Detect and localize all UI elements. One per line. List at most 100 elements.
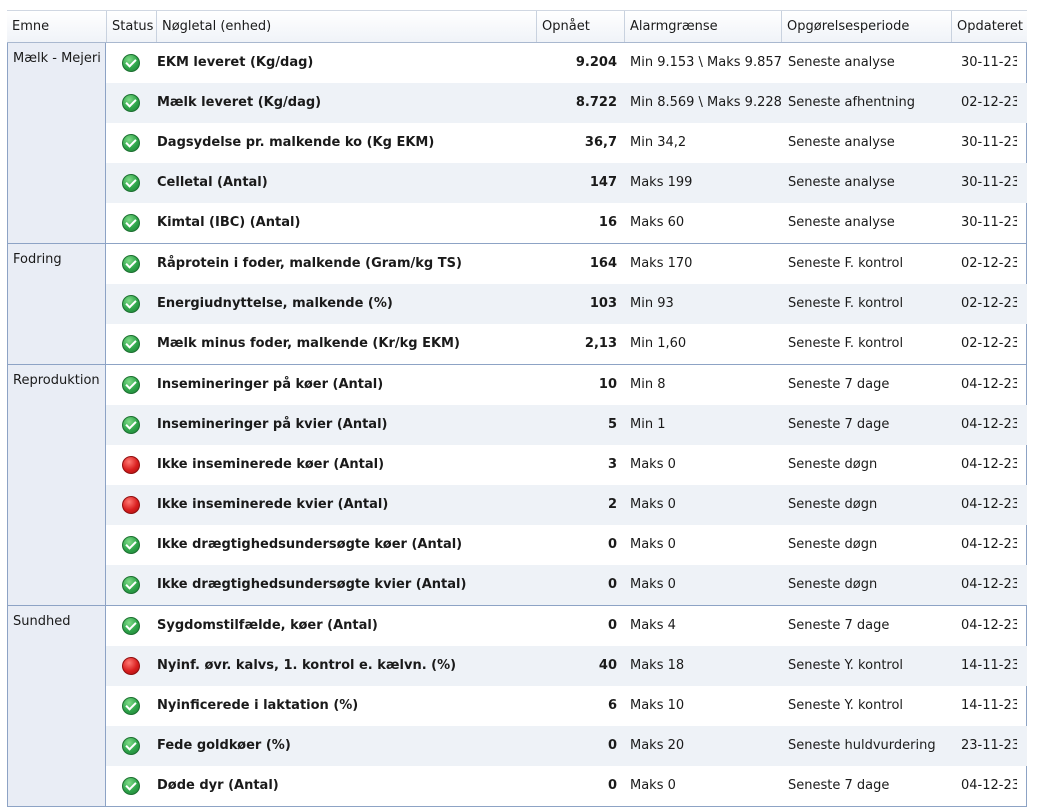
status-cell — [106, 525, 156, 565]
header-status[interactable]: Status — [107, 11, 157, 42]
kpi-name: Mælk minus foder, malkende (Kr/kg EKM) — [157, 336, 460, 351]
status-cell — [106, 324, 156, 364]
kpi-period: Seneste døgn — [788, 577, 878, 592]
kpi-updated: 30-11-23 — [961, 215, 1017, 230]
kpi-value: 36,7 — [584, 135, 617, 150]
kpi-period: Seneste afhentning — [788, 95, 915, 110]
table-row[interactable]: Kimtal (IBC) (Antal) 16 Maks 60 Seneste ana… — [106, 203, 1027, 243]
status-ok-icon — [122, 617, 140, 635]
header-periode[interactable]: Opgørelsesperiode — [782, 11, 952, 42]
table-row[interactable]: Dagsydelse pr. malkende ko (Kg EKM) 36,7 M… — [106, 123, 1027, 163]
header-opdateret[interactable]: Opdateret — [952, 11, 1027, 42]
kpi-value: 0 — [607, 778, 617, 793]
status-cell — [106, 405, 156, 445]
status-cell — [106, 203, 156, 243]
status-ok-icon — [122, 335, 140, 353]
header-emne[interactable]: Emne — [7, 11, 107, 42]
group-name: Reproduktion — [7, 365, 106, 605]
table-row[interactable]: Fede goldkøer (%) 0 Maks 20 Seneste huldvur… — [106, 726, 1027, 766]
kpi-name: Nyinf. øvr. kalvs, 1. kontrol e. kælvn. … — [157, 658, 457, 673]
table-row[interactable]: Nyinf. øvr. kalvs, 1. kontrol e. kælvn. … — [106, 646, 1027, 686]
kpi-value: 2,13 — [584, 336, 617, 351]
kpi-period: Seneste 7 dage — [788, 417, 890, 432]
table-row[interactable]: Ikke inseminerede kvier (Antal) 2 Maks 0 Se… — [106, 485, 1027, 525]
status-cell — [106, 43, 156, 83]
kpi-alarm-limit: Maks 0 — [630, 537, 676, 552]
kpi-value: 103 — [589, 296, 617, 311]
table-row[interactable]: Celletal (Antal) 147 Maks 199 Seneste analy… — [106, 163, 1027, 203]
kpi-period: Seneste 7 dage — [788, 778, 890, 793]
status-ok-icon — [122, 255, 140, 273]
status-cell — [106, 284, 156, 324]
kpi-period: Seneste 7 dage — [788, 618, 890, 633]
header-noegletal[interactable]: Nøgletal (enhed) — [157, 11, 537, 42]
table-row[interactable]: Ikke drægtighedsundersøgte kvier (Antal)… — [106, 565, 1027, 605]
table-row[interactable]: Sygdomstilfælde, køer (Antal) 0 Maks 4 Sene… — [106, 606, 1027, 646]
kpi-period: Seneste F. kontrol — [788, 336, 904, 351]
kpi-name: Insemineringer på kvier (Antal) — [157, 417, 388, 432]
kpi-period: Seneste F. kontrol — [788, 256, 904, 271]
table-row[interactable]: Mælk minus foder, malkende (Kr/kg EKM) 2,… — [106, 324, 1027, 364]
status-cell — [106, 163, 156, 203]
kpi-period: Seneste døgn — [788, 497, 878, 512]
status-alarm-icon — [122, 496, 140, 514]
kpi-period: Seneste døgn — [788, 537, 878, 552]
table-row[interactable]: Nyinficerede i laktation (%) 6 Maks 10 Sene… — [106, 686, 1027, 726]
kpi-period: Seneste huldvurdering — [788, 738, 936, 753]
kpi-value: 0 — [607, 537, 617, 552]
kpi-updated: 04-12-23 — [961, 497, 1017, 512]
kpi-value: 10 — [598, 377, 617, 392]
status-cell — [106, 606, 156, 646]
status-cell — [106, 565, 156, 605]
status-cell — [106, 686, 156, 726]
kpi-value: 0 — [607, 577, 617, 592]
kpi-alarm-limit: Maks 20 — [630, 738, 685, 753]
table-row[interactable]: EKM leveret (Kg/dag) 9.204 Min 9.153 \ Mak… — [106, 43, 1027, 83]
kpi-updated: 30-11-23 — [961, 175, 1017, 190]
table-row[interactable]: Råprotein i foder, malkende (Gram/kg TS)… — [106, 244, 1027, 284]
kpi-grid: Emne Status Nøgletal (enhed) Opnået Alar… — [7, 10, 1027, 807]
kpi-alarm-limit: Min 9.153 \ Maks 9.857 — [630, 55, 782, 70]
table-row[interactable]: Døde dyr (Antal) 0 Maks 0 Seneste 7 dage 04-… — [106, 766, 1027, 806]
kpi-updated: 02-12-23 — [961, 256, 1017, 271]
kpi-value: 8.722 — [575, 95, 617, 110]
status-ok-icon — [122, 174, 140, 192]
kpi-value: 16 — [598, 215, 617, 230]
group-section: Reproduktion Insemineringer på køer (Anta… — [7, 365, 1027, 606]
grid-header: Emne Status Nøgletal (enhed) Opnået Alar… — [7, 10, 1027, 43]
kpi-alarm-limit: Maks 0 — [630, 778, 676, 793]
kpi-name: Ikke inseminerede køer (Antal) — [157, 457, 385, 472]
status-ok-icon — [122, 295, 140, 313]
table-row[interactable]: Energiudnyttelse, malkende (%) 103 Min 93 S… — [106, 284, 1027, 324]
kpi-value: 6 — [607, 698, 617, 713]
status-cell — [106, 485, 156, 525]
table-row[interactable]: Insemineringer på kvier (Antal) 5 Min 1 Sen… — [106, 405, 1027, 445]
kpi-period: Seneste analyse — [788, 55, 895, 70]
kpi-name: Ikke inseminerede kvier (Antal) — [157, 497, 389, 512]
kpi-period: Seneste Y. kontrol — [788, 658, 904, 673]
status-ok-icon — [122, 576, 140, 594]
kpi-updated: 04-12-23 — [961, 618, 1017, 633]
table-row[interactable]: Ikke inseminerede køer (Antal) 3 Maks 0 Sen… — [106, 445, 1027, 485]
kpi-value: 3 — [607, 457, 617, 472]
kpi-updated: 04-12-23 — [961, 417, 1017, 432]
status-cell — [106, 83, 156, 123]
status-cell — [106, 365, 156, 405]
kpi-updated: 02-12-23 — [961, 95, 1017, 110]
kpi-name: Celletal (Antal) — [157, 175, 268, 190]
kpi-name: Ikke drægtighedsundersøgte køer (Antal) — [157, 537, 463, 552]
kpi-name: Døde dyr (Antal) — [157, 778, 279, 793]
group-name: Fodring — [7, 244, 106, 364]
kpi-value: 5 — [607, 417, 617, 432]
kpi-alarm-limit: Maks 10 — [630, 698, 685, 713]
header-opnaaet[interactable]: Opnået — [537, 11, 625, 42]
kpi-value: 0 — [607, 618, 617, 633]
table-row[interactable]: Mælk leveret (Kg/dag) 8.722 Min 8.569 \ Ma… — [106, 83, 1027, 123]
group-name: Sundhed — [7, 606, 106, 806]
kpi-updated: 14-11-23 — [961, 658, 1017, 673]
table-row[interactable]: Ikke drægtighedsundersøgte køer (Antal) 0… — [106, 525, 1027, 565]
group-section: Sundhed Sygdomstilfælde, køer (Antal) 0 Mak… — [7, 606, 1027, 807]
table-row[interactable]: Insemineringer på køer (Antal) 10 Min 8 Sen… — [106, 365, 1027, 405]
header-alarmgraense[interactable]: Alarmgrænse — [625, 11, 782, 42]
kpi-updated: 04-12-23 — [961, 377, 1017, 392]
